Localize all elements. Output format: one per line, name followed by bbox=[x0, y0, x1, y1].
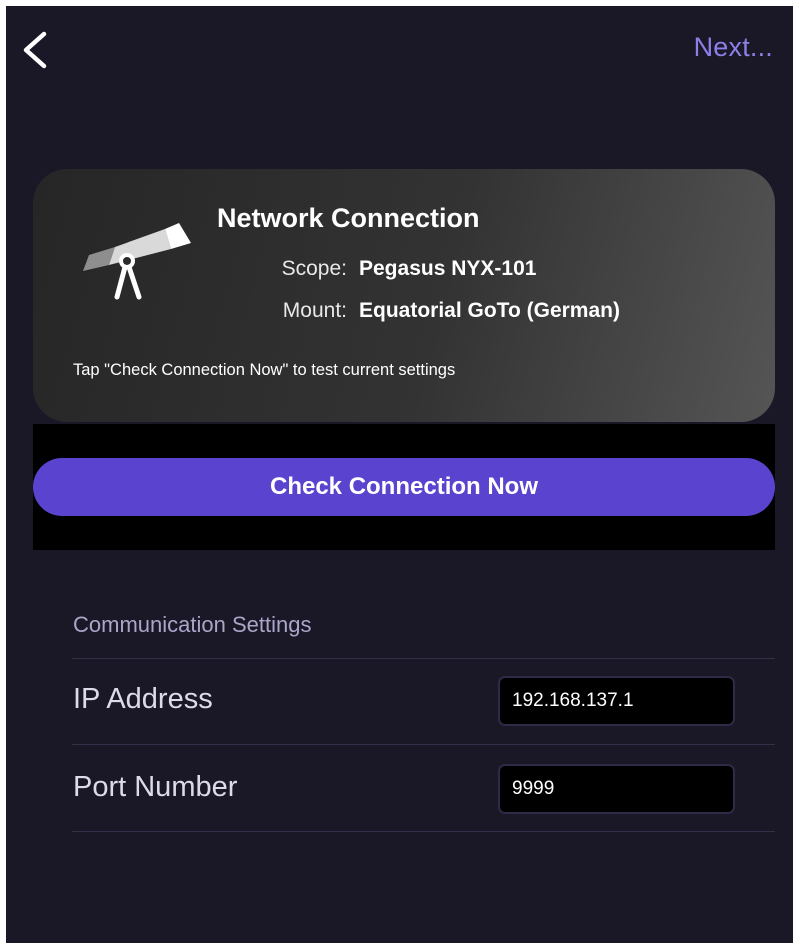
connection-summary-card: Network Connection Scope: Pegasus NYX-101… bbox=[33, 169, 775, 422]
port-number-input[interactable] bbox=[498, 764, 735, 814]
next-button[interactable]: Next... bbox=[694, 32, 773, 63]
mount-value: Equatorial GoTo (German) bbox=[359, 299, 620, 322]
ip-address-label: IP Address bbox=[73, 683, 213, 715]
back-button[interactable] bbox=[14, 26, 58, 74]
card-hint-text: Tap "Check Connection Now" to test curre… bbox=[73, 361, 456, 379]
top-navigation-bar: Next... bbox=[6, 6, 793, 96]
scope-row: Scope: Pegasus NYX-101 bbox=[217, 257, 757, 281]
mount-row: Mount: Equatorial GoTo (German) bbox=[217, 299, 757, 323]
port-number-label: Port Number bbox=[73, 771, 238, 803]
telescope-icon bbox=[83, 223, 191, 300]
scope-value: Pegasus NYX-101 bbox=[359, 257, 537, 280]
divider bbox=[72, 658, 775, 659]
mount-label: Mount: bbox=[282, 299, 347, 322]
ip-address-input[interactable] bbox=[498, 676, 735, 726]
divider bbox=[72, 831, 775, 832]
divider bbox=[72, 744, 775, 745]
check-connection-button[interactable]: Check Connection Now bbox=[33, 458, 775, 516]
card-title: Network Connection bbox=[217, 203, 480, 233]
app-screen: Next... Network Connection Scope: Pegasus… bbox=[6, 6, 793, 943]
section-title: Communication Settings bbox=[73, 612, 312, 637]
chevron-left-icon bbox=[23, 31, 47, 69]
scope-label: Scope: bbox=[281, 257, 347, 280]
